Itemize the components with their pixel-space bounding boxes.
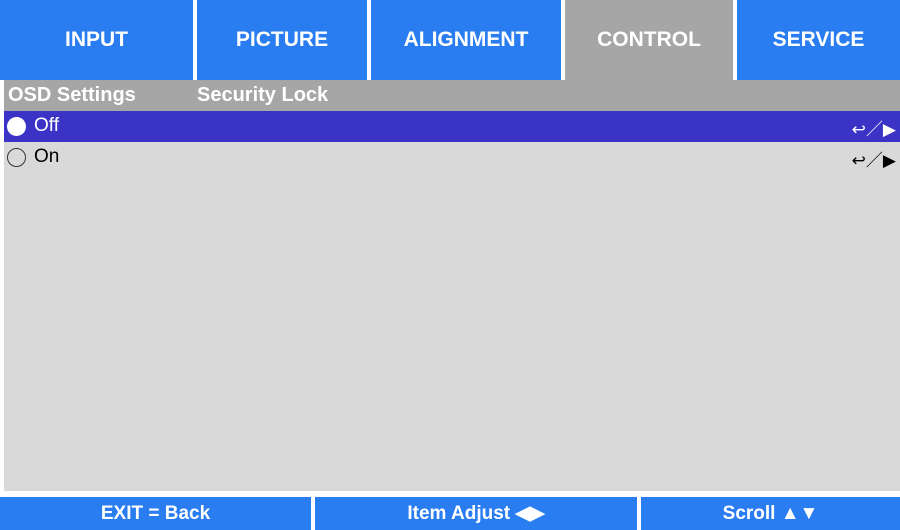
tab-input[interactable]: INPUT bbox=[0, 0, 193, 80]
option-on[interactable]: On ↩／▶ bbox=[4, 142, 900, 173]
page-title: Security Lock bbox=[197, 84, 329, 106]
radio-selected-icon bbox=[7, 117, 26, 136]
menu-panel: OSD Settings Security Lock Off ↩／▶ On ↩／… bbox=[4, 80, 900, 491]
scroll-hint[interactable]: Scroll ▲▼ bbox=[641, 497, 900, 530]
radio-unselected-icon bbox=[7, 148, 26, 167]
tab-picture[interactable]: PICTURE bbox=[197, 0, 367, 80]
option-label: On bbox=[34, 146, 60, 167]
tab-service[interactable]: SERVICE bbox=[737, 0, 900, 80]
menu-tabs: INPUT PICTURE ALIGNMENT CONTROL SERVICE bbox=[0, 0, 900, 80]
enter-right-hint-icon: ↩／▶ bbox=[851, 120, 896, 140]
enter-right-hint-icon: ↩／▶ bbox=[851, 151, 896, 171]
breadcrumb-section: OSD Settings bbox=[8, 84, 136, 106]
tab-control[interactable]: CONTROL bbox=[565, 0, 733, 80]
breadcrumb: OSD Settings Security Lock bbox=[4, 80, 900, 111]
footer-bar: EXIT = Back Item Adjust ◀▶ Scroll ▲▼ bbox=[0, 497, 900, 530]
exit-back-hint[interactable]: EXIT = Back bbox=[0, 497, 311, 530]
item-adjust-hint[interactable]: Item Adjust ◀▶ bbox=[315, 497, 637, 530]
tab-alignment[interactable]: ALIGNMENT bbox=[371, 0, 561, 80]
option-off[interactable]: Off ↩／▶ bbox=[4, 111, 900, 142]
option-label: Off bbox=[34, 115, 59, 136]
